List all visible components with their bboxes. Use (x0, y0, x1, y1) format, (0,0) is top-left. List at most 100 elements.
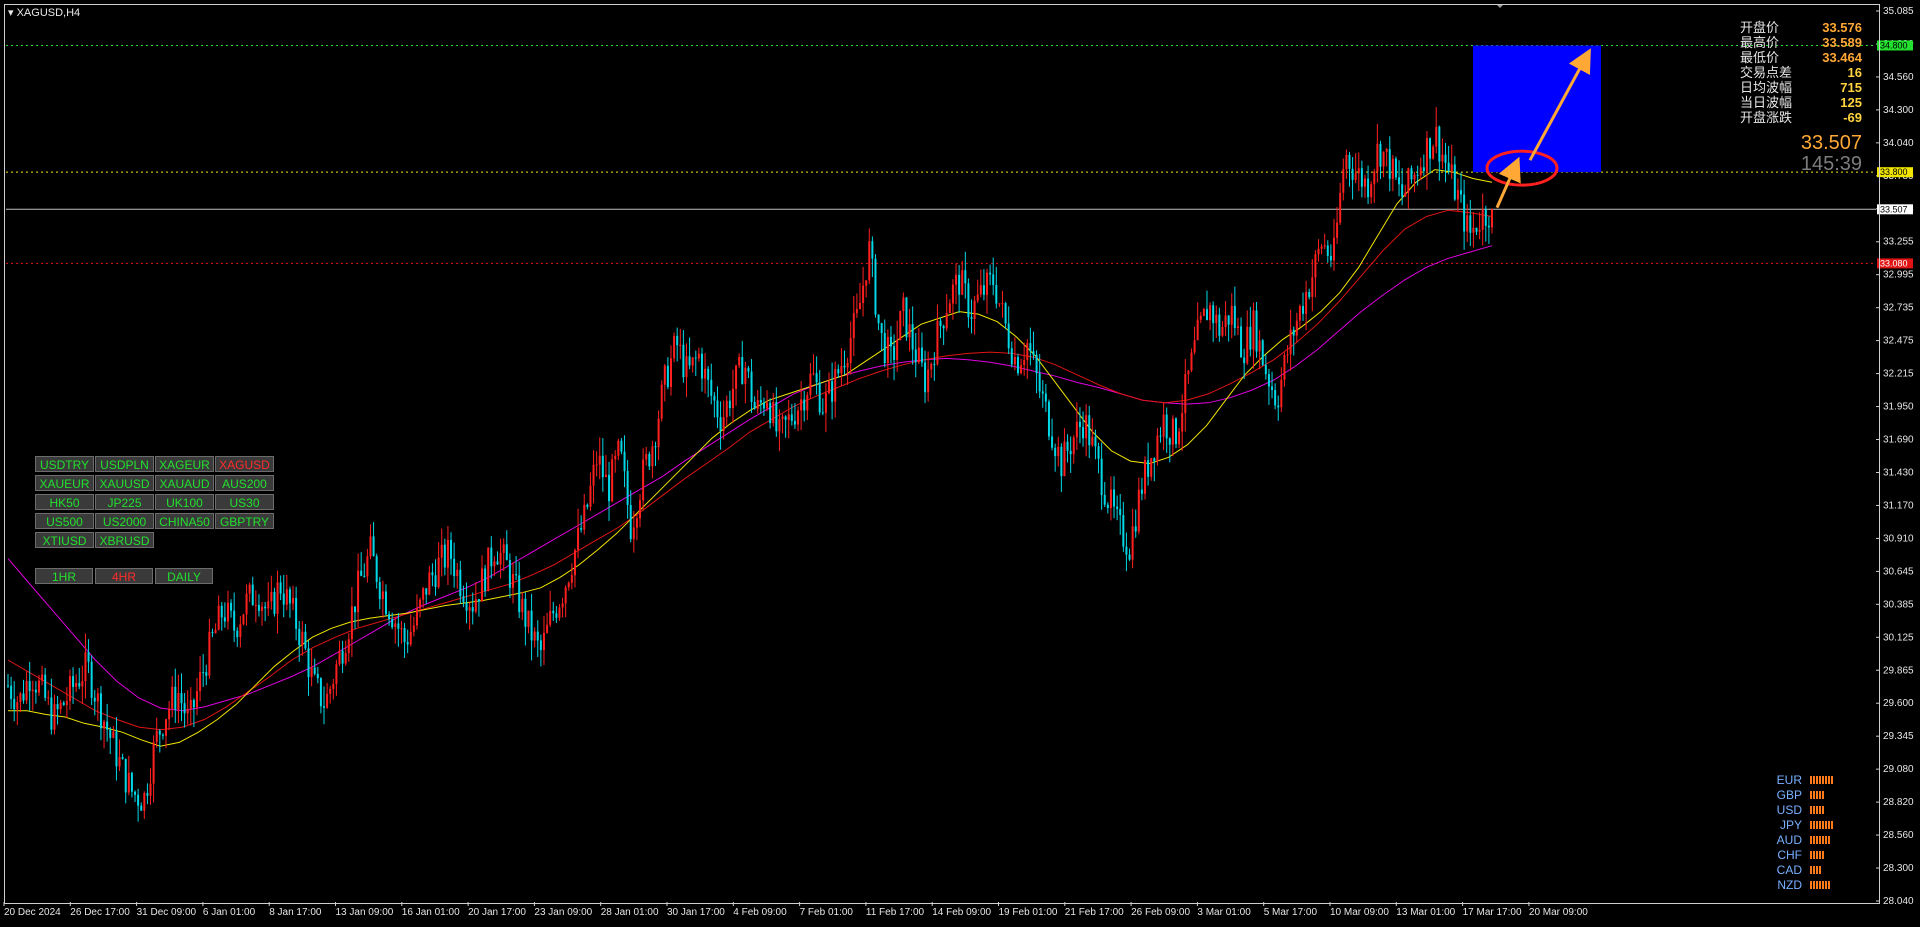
price-tick-label: 31.690 (1883, 435, 1914, 446)
strength-row: USD (1770, 802, 1833, 817)
strength-bar (1810, 775, 1812, 784)
symbol-button-us500[interactable]: US500 (35, 513, 94, 529)
time-tick-label: 11 Feb 17:00 (866, 907, 925, 918)
symbol-button-xbrusd[interactable]: XBRUSD (95, 532, 154, 548)
strength-bar (1816, 820, 1818, 829)
currency-strength-meter: EUR GBP USD JPY AUD CHF CAD NZD (1770, 772, 1833, 892)
info-label: 日均波幅 (1740, 80, 1793, 95)
price-tick-label: 28.820 (1883, 797, 1914, 808)
level-tag-label: 33.080 (1880, 258, 1908, 268)
symbol-button-usdtry[interactable]: USDTRY (35, 456, 94, 472)
chart-frame (4, 4, 1880, 904)
price-axis: 35.08534.82034.56034.30034.04033.78033.5… (1876, 6, 1914, 907)
price-tick-label: 31.950 (1883, 402, 1914, 413)
currency-name: AUD (1776, 832, 1802, 847)
info-value: 715 (1840, 80, 1862, 95)
currency-name: EUR (1776, 772, 1802, 787)
level-tag-label: 34.800 (1880, 40, 1908, 50)
time-tick-label: 5 Mar 17:00 (1264, 907, 1318, 918)
strength-bar (1813, 790, 1815, 799)
symbol-button-usdpln[interactable]: USDPLN (95, 456, 154, 472)
strength-bar (1819, 865, 1821, 874)
strength-row: JPY (1770, 817, 1833, 832)
symbol-button-hk50[interactable]: HK50 (35, 494, 94, 510)
time-tick-label: 4 Feb 09:00 (733, 907, 787, 918)
symbol-button-aus200[interactable]: AUS200 (215, 475, 274, 491)
price-tick-label: 29.865 (1883, 665, 1914, 676)
level-tag-label: 33.800 (1880, 167, 1908, 177)
timeframe-button-4hr[interactable]: 4HR (95, 568, 153, 584)
info-label: 开盘涨跌 (1740, 110, 1793, 125)
strength-row: CAD (1770, 862, 1833, 877)
strength-bar (1822, 880, 1824, 889)
price-tick-label: 28.560 (1883, 830, 1914, 841)
timeframe-button-1hr[interactable]: 1HR (35, 568, 93, 584)
strength-bar (1810, 850, 1812, 859)
strength-bars (1810, 880, 1830, 889)
timeframe-button-daily[interactable]: DAILY (155, 568, 213, 584)
price-tick-label: 29.345 (1883, 731, 1914, 742)
time-tick-label: 13 Mar 01:00 (1396, 907, 1455, 918)
symbol-button-gbptry[interactable]: GBPTRY (215, 513, 274, 529)
symbol-label-text: XAGUSD,H4 (16, 7, 81, 19)
dropdown-triangle-icon[interactable]: ▾ (8, 7, 14, 19)
time-tick-label: 17 Mar 17:00 (1463, 907, 1522, 918)
strength-bar (1822, 790, 1824, 799)
strength-bar (1822, 805, 1824, 814)
candle-countdown: 145:39 (1800, 153, 1862, 175)
symbol-button-us2000[interactable]: US2000 (95, 513, 154, 529)
symbol-button-xageur[interactable]: XAGEUR (155, 456, 214, 472)
strength-bar (1816, 805, 1818, 814)
symbol-button-xagusd[interactable]: XAGUSD (215, 456, 274, 472)
strength-bar (1819, 820, 1821, 829)
currency-name: JPY (1779, 817, 1802, 832)
info-row: 最高价 33.589 (1740, 35, 1862, 50)
strength-row: AUD (1770, 832, 1833, 847)
symbol-timeframe-label: ▾ XAGUSD,H4 (8, 6, 80, 19)
strength-bar (1810, 805, 1812, 814)
symbol-button-uk100[interactable]: UK100 (155, 494, 214, 510)
strength-bars (1810, 805, 1824, 814)
strength-bar (1828, 820, 1830, 829)
symbol-button-xauusd[interactable]: XAUUSD (95, 475, 154, 491)
strength-bar (1816, 880, 1818, 889)
info-value: -69 (1843, 110, 1862, 125)
symbol-button-xauaud[interactable]: XAUAUD (155, 475, 214, 491)
symbol-button-china50[interactable]: CHINA50 (155, 513, 214, 529)
price-tick-label: 32.475 (1883, 336, 1914, 347)
price-tick-label: 29.080 (1883, 764, 1914, 775)
time-tick-label: 28 Jan 01:00 (601, 907, 659, 918)
price-tick-label: 33.255 (1883, 237, 1914, 248)
info-label: 最高价 (1740, 35, 1780, 50)
strength-bar (1813, 880, 1815, 889)
symbol-button-xtiusd[interactable]: XTIUSD (35, 532, 94, 548)
symbol-button-us30[interactable]: US30 (215, 494, 274, 510)
strength-bar (1831, 820, 1833, 829)
info-row: 交易点差 16 (1740, 65, 1862, 80)
currency-name: CHF (1777, 847, 1802, 862)
time-tick-label: 6 Jan 01:00 (203, 907, 256, 918)
price-tick-label: 34.560 (1883, 72, 1914, 83)
time-tick-label: 20 Dec 2024 (4, 907, 61, 918)
price-tick-label: 35.085 (1883, 6, 1914, 17)
strength-bar (1822, 820, 1824, 829)
time-tick-label: 7 Feb 01:00 (800, 907, 854, 918)
strength-bars (1810, 835, 1830, 844)
level-tag-label: 33.507 (1880, 204, 1908, 214)
time-tick-label: 19 Feb 01:00 (999, 907, 1058, 918)
strength-bar (1819, 790, 1821, 799)
strength-bars (1810, 790, 1824, 799)
strength-bar (1813, 820, 1815, 829)
info-row: 当日波幅 125 (1740, 95, 1862, 110)
price-info-panel: 开盘价 33.576 最高价 33.589 最低价 33.464 交易点差 16 日均波幅 715… (1740, 20, 1862, 125)
strength-bar (1810, 820, 1812, 829)
currency-name: CAD (1776, 862, 1802, 877)
symbol-button-xaueur[interactable]: XAUEUR (35, 475, 94, 491)
strength-bar (1816, 775, 1818, 784)
strength-bars (1810, 865, 1821, 874)
strength-bar (1813, 775, 1815, 784)
symbol-button-jp225[interactable]: JP225 (95, 494, 154, 510)
time-tick-label: 3 Mar 01:00 (1197, 907, 1251, 918)
price-tick-label: 32.995 (1883, 270, 1914, 281)
strength-bar (1819, 805, 1821, 814)
